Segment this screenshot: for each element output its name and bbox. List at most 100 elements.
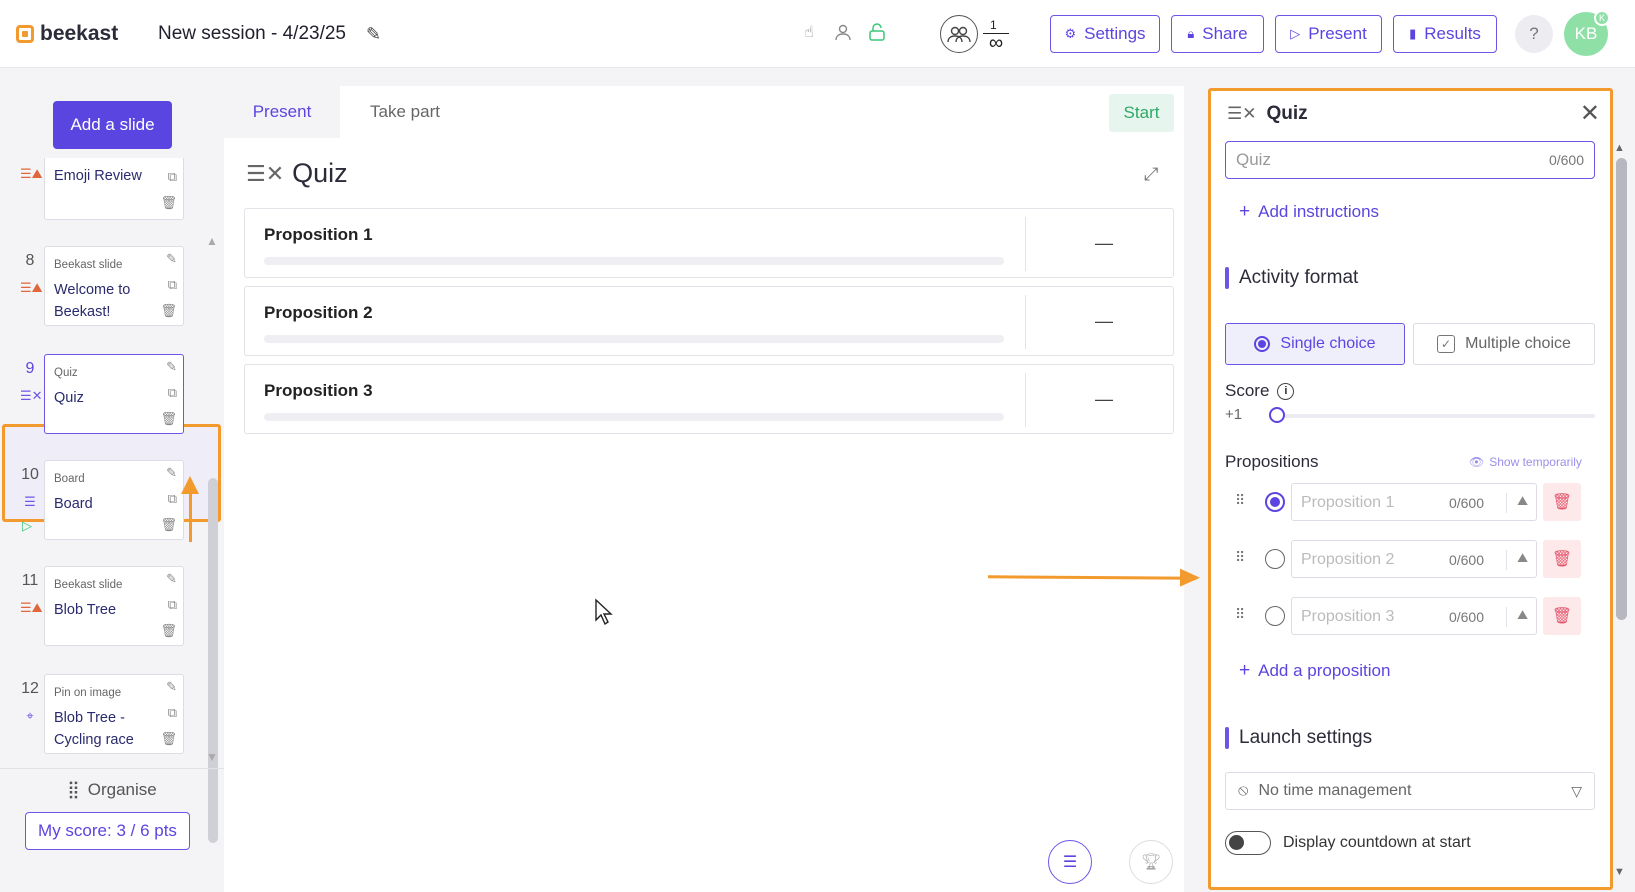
present-label: Present — [1308, 24, 1367, 43]
time-management-select[interactable]: ⦸ No time management ▽ — [1225, 772, 1595, 810]
settings-button[interactable]: ⚙ Settings — [1050, 15, 1160, 53]
duplicate-icon[interactable]: ⧉ — [168, 597, 177, 613]
slide-card[interactable]: Beekast slide Blob Tree ✎ ⧉ 🗑︎ — [44, 566, 184, 646]
delete-proposition-button[interactable]: 🗑︎ — [1543, 483, 1581, 521]
multiple-choice-button[interactable]: ✓ Multiple choice — [1413, 323, 1595, 365]
proposition-input[interactable]: Proposition 1 0/600 ⛰ — [1291, 483, 1537, 521]
proposition-input[interactable]: Proposition 2 0/600 ⛰ — [1291, 540, 1537, 578]
slide-item[interactable]: ☰⛰ Beekast slide Emoji Review ⧉ 🗑︎ — [0, 158, 210, 240]
show-results-button[interactable]: ☰ — [1048, 840, 1092, 884]
slide-card[interactable]: Pin on image Blob Tree - Cycling race ✎ … — [44, 674, 184, 754]
question-input[interactable]: Quiz 0/600 — [1225, 141, 1595, 179]
pencil-icon[interactable]: ✎ — [166, 679, 177, 695]
proposition-input[interactable]: Proposition 3 0/600 ⛰ — [1291, 597, 1537, 635]
correct-answer-radio[interactable] — [1265, 549, 1285, 569]
brand-logo[interactable]: beekast — [16, 22, 118, 46]
duplicate-icon[interactable]: ⧉ — [168, 385, 177, 401]
drag-handle-icon[interactable]: ⠿ — [1235, 606, 1245, 623]
countdown-toggle[interactable] — [1225, 831, 1271, 855]
add-instructions-link[interactable]: + Add instructions — [1239, 201, 1379, 223]
slide-kind: Pin on image — [54, 687, 122, 699]
hand-raise-icon[interactable]: ☝ — [798, 21, 820, 43]
slide-card[interactable]: Beekast slide Emoji Review ⧉ 🗑︎ — [44, 158, 184, 220]
duplicate-icon[interactable]: ⧉ — [168, 705, 177, 721]
trash-icon[interactable]: 🗑︎ — [160, 195, 177, 211]
image-icon[interactable]: ⛰ — [1506, 607, 1528, 627]
slide-item[interactable]: 11 ☰⛰ Beekast slide Blob Tree ✎ ⧉ 🗑︎ — [0, 566, 210, 666]
duplicate-icon[interactable]: ⧉ — [168, 491, 177, 507]
slide-card[interactable]: Board Board ✎ ⧉ 🗑︎ — [44, 460, 184, 540]
edit-title-pencil-icon[interactable]: ✎ — [366, 24, 381, 45]
panel-scroll-down-arrow-icon[interactable]: ▼ — [1614, 866, 1625, 878]
slide-card[interactable]: Quiz Quiz ✎ ⧉ 🗑︎ — [44, 354, 184, 434]
score-slider-thumb[interactable] — [1269, 407, 1285, 423]
trash-icon[interactable]: 🗑︎ — [160, 623, 177, 639]
delete-proposition-button[interactable]: 🗑︎ — [1543, 597, 1581, 635]
results-button[interactable]: ▮ Results — [1393, 15, 1497, 53]
pencil-icon[interactable]: ✎ — [166, 251, 177, 267]
organise-label: Organise — [87, 779, 157, 799]
leaderboard-button[interactable]: 🏆︎ — [1129, 840, 1173, 884]
checkbox-icon: ✓ — [1437, 335, 1456, 353]
my-score-button[interactable]: My score: 3 / 6 pts — [25, 812, 190, 850]
participants-icon — [940, 15, 978, 53]
slide-card[interactable]: Beekast slide Welcome to Beekast! ✎ ⧉ 🗑︎ — [44, 246, 184, 326]
score-slider[interactable] — [1269, 414, 1595, 418]
panel-scroll-up-arrow-icon[interactable]: ▲ — [1614, 142, 1625, 154]
pencil-icon[interactable]: ✎ — [166, 571, 177, 587]
eye-icon: 👁︎ — [1469, 455, 1485, 469]
expand-icon[interactable]: ⤢ — [1144, 164, 1158, 185]
start-button[interactable]: Start — [1109, 94, 1174, 132]
info-icon[interactable]: i — [1277, 382, 1295, 400]
pencil-icon[interactable]: ✎ — [166, 465, 177, 481]
propositions-heading: Propositions — [1225, 452, 1319, 471]
scroll-down-arrow-icon[interactable]: ▼ — [206, 750, 218, 764]
chevron-down-icon: ▽ — [1571, 782, 1582, 799]
slide-name: Blob Tree — [54, 602, 117, 618]
mouse-cursor-icon — [594, 598, 614, 632]
beekast-slide-icon: ☰⛰ — [20, 166, 43, 181]
tab-take-part[interactable]: Take part — [340, 86, 470, 138]
editor-title: ☰✕ Quiz — [1227, 103, 1308, 125]
share-button[interactable]: 🔒︎ Share — [1171, 15, 1264, 53]
correct-answer-radio[interactable] — [1265, 492, 1285, 512]
show-temporarily-toggle[interactable]: 👁︎ Show temporarily — [1469, 455, 1582, 469]
editor-panel-scrollbar[interactable] — [1616, 158, 1627, 620]
image-icon[interactable]: ⛰ — [1506, 493, 1528, 513]
tab-present[interactable]: Present — [224, 86, 340, 138]
close-icon[interactable]: ✕ — [1580, 99, 1600, 128]
add-slide-button[interactable]: Add a slide — [53, 101, 172, 149]
trash-icon[interactable]: 🗑︎ — [160, 411, 177, 427]
proposition-editor-row: ⠿ Proposition 3 0/600 ⛰ 🗑︎ — [1235, 597, 1607, 635]
organise-button[interactable]: ⣿ Organise — [0, 768, 224, 810]
add-proposition-link[interactable]: + Add a proposition — [1239, 660, 1390, 682]
duplicate-icon[interactable]: ⧉ — [168, 169, 177, 185]
trash-icon[interactable]: 🗑︎ — [160, 517, 177, 533]
drag-handle-icon[interactable]: ⠿ — [1235, 549, 1245, 566]
scroll-up-arrow-icon[interactable]: ▲ — [206, 234, 218, 248]
duplicate-icon[interactable]: ⧉ — [168, 277, 177, 293]
presentation-panel: Present Take part Start ☰✕ Quiz ⤢ Propos… — [224, 86, 1184, 892]
slide-item-selected[interactable]: 9 ☰✕ Quiz Quiz ✎ ⧉ 🗑︎ — [0, 354, 210, 454]
help-button[interactable]: ? — [1515, 15, 1553, 53]
user-icon[interactable] — [832, 21, 854, 43]
beekast-slide-icon: ☰⛰ — [20, 600, 43, 615]
activity-format-heading: Activity format — [1225, 267, 1358, 289]
present-button[interactable]: ▷ Present — [1275, 15, 1382, 53]
play-icon: ▷ — [1290, 26, 1301, 41]
lock-open-icon[interactable] — [866, 21, 888, 43]
image-icon[interactable]: ⛰ — [1506, 550, 1528, 570]
slide-item[interactable]: 10 ☰ ▷ Board Board ✎ ⧉ 🗑︎ — [0, 460, 210, 560]
proposition-label: Proposition 2 — [264, 303, 373, 322]
slide-item[interactable]: 8 ☰⛰ Beekast slide Welcome to Beekast! ✎… — [0, 246, 210, 346]
single-choice-button[interactable]: Single choice — [1225, 323, 1405, 365]
activity-editor-panel: ☰✕ Quiz ✕ Quiz 0/600 + Add instructions … — [1208, 88, 1613, 890]
trash-icon[interactable]: 🗑︎ — [160, 731, 177, 747]
correct-answer-radio[interactable] — [1265, 606, 1285, 626]
drag-handle-icon[interactable]: ⠿ — [1235, 492, 1245, 509]
participants-counter[interactable]: 1 ∞ — [940, 15, 1010, 53]
pencil-icon[interactable]: ✎ — [166, 359, 177, 375]
delete-proposition-button[interactable]: 🗑︎ — [1543, 540, 1581, 578]
trash-icon[interactable]: 🗑︎ — [160, 303, 177, 319]
slide-item[interactable]: 12 ⌖ Pin on image Blob Tree - Cycling ra… — [0, 674, 210, 774]
